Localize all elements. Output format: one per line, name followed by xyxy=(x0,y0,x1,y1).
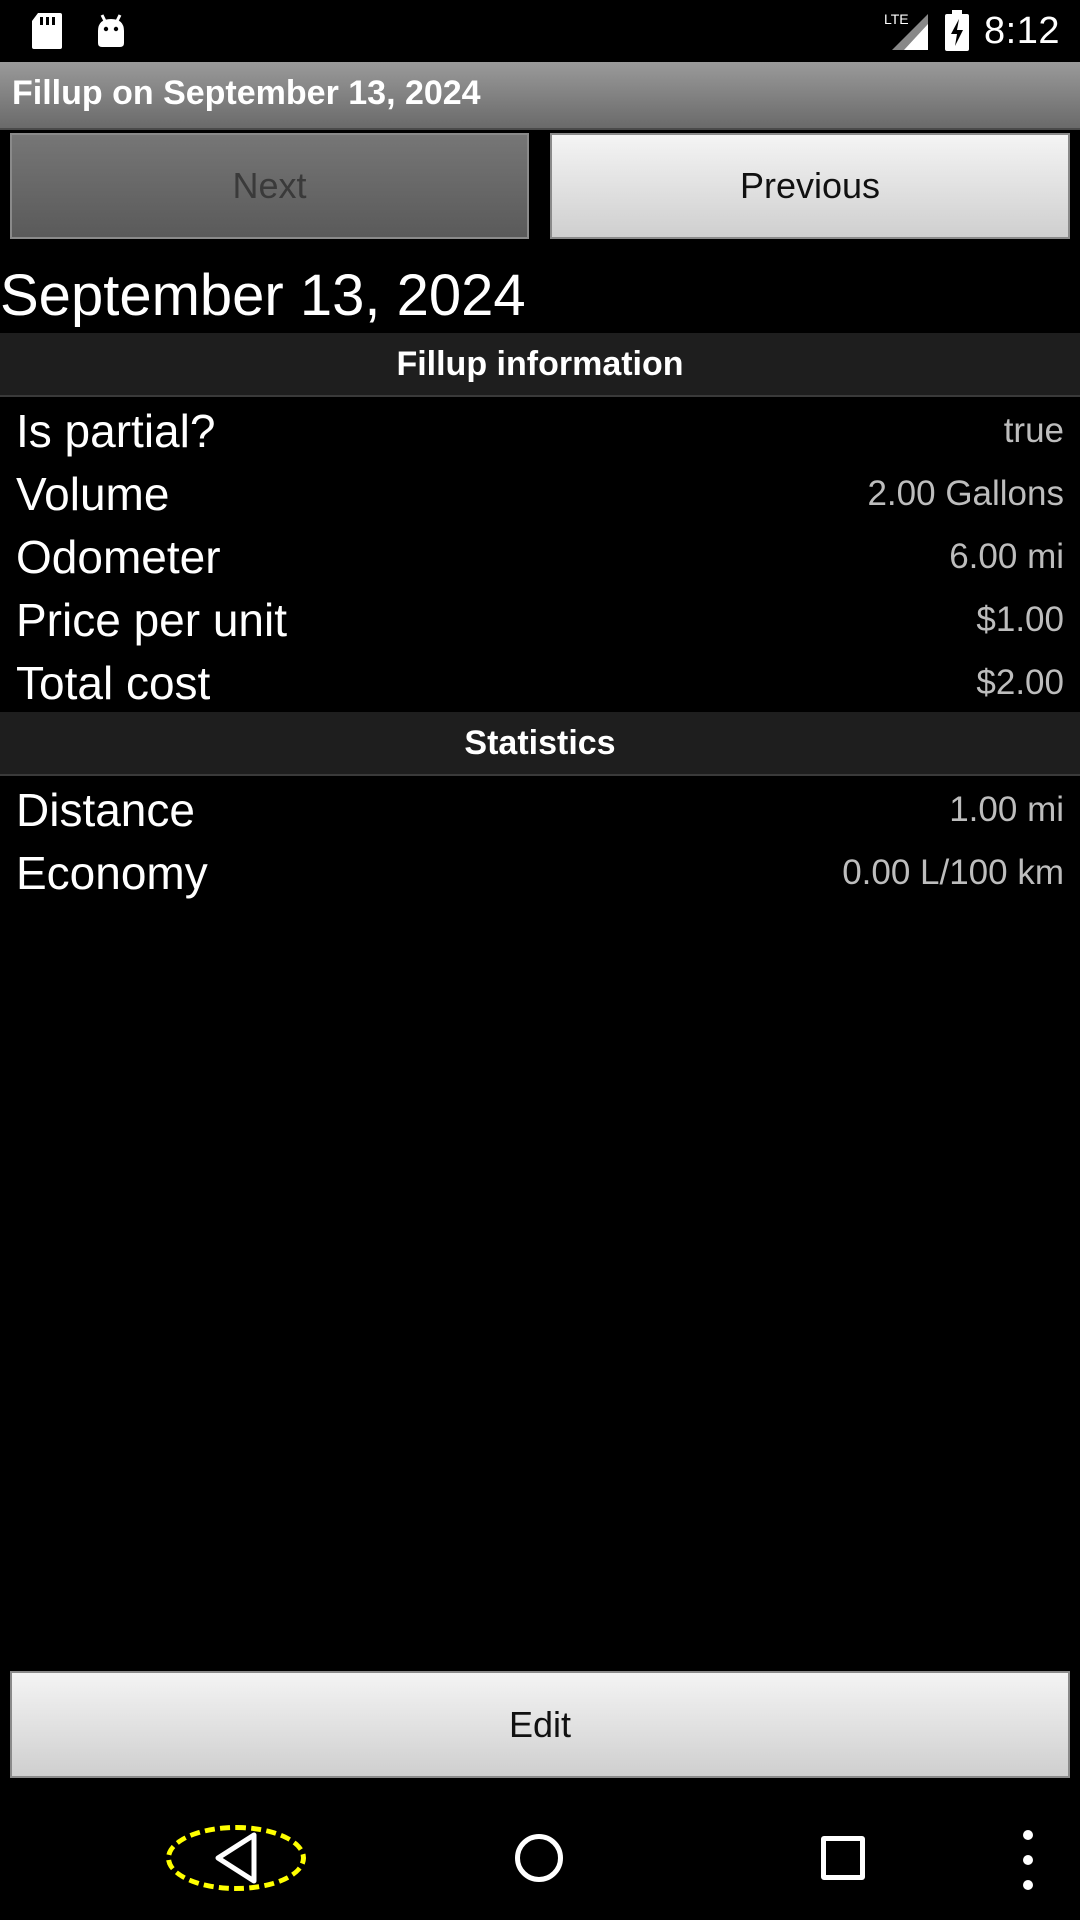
clock: 8:12 xyxy=(984,9,1060,52)
page-title: Fillup on September 13, 2024 xyxy=(12,74,481,112)
system-nav-bar xyxy=(0,1780,1080,1920)
row-label: Volume xyxy=(16,467,170,520)
previous-button[interactable]: Previous xyxy=(550,133,1070,239)
previous-button-label: Previous xyxy=(739,165,881,206)
fillup-row-odometer: Odometer 6.00 mi xyxy=(16,525,1064,588)
android-icon xyxy=(98,14,124,47)
recents-icon[interactable] xyxy=(821,1836,865,1880)
menu-dot xyxy=(1023,1830,1033,1840)
back-icon xyxy=(215,1832,257,1884)
row-value: $2.00 xyxy=(976,662,1064,702)
row-value: 1.00 mi xyxy=(949,789,1064,829)
row-label: Is partial? xyxy=(16,404,216,457)
edit-button[interactable]: Edit xyxy=(10,1671,1070,1778)
row-value: 6.00 mi xyxy=(949,536,1064,576)
battery-charging-icon xyxy=(945,10,970,51)
signal-icon: LTE xyxy=(884,11,929,50)
edit-button-label: Edit xyxy=(508,1703,572,1745)
row-value: $1.00 xyxy=(976,599,1064,639)
screen: LTE 8:12 Fillup on September 13, 2024 Ne… xyxy=(0,0,1080,1920)
next-button-label: Next xyxy=(232,165,307,206)
status-right-icons: LTE 8:12 xyxy=(884,8,1060,54)
fillup-row-price-per-unit: Price per unit $1.00 xyxy=(16,588,1064,651)
fillup-row-total-cost: Total cost $2.00 xyxy=(16,651,1064,714)
row-label: Odometer xyxy=(16,530,221,583)
status-bar: LTE 8:12 xyxy=(0,0,1080,62)
menu-dot xyxy=(1023,1880,1033,1890)
fillup-row-is-partial: Is partial? true xyxy=(16,399,1064,462)
row-label: Economy xyxy=(16,846,208,899)
row-value: true xyxy=(1003,410,1064,450)
overflow-menu-icon[interactable] xyxy=(1018,1830,1038,1890)
row-label: Total cost xyxy=(16,656,211,709)
statistics-header: Statistics xyxy=(0,712,1080,776)
home-icon[interactable] xyxy=(515,1834,563,1882)
row-label: Distance xyxy=(16,783,195,836)
row-value: 0.00 L/100 km xyxy=(842,852,1064,892)
network-type-label: LTE xyxy=(884,11,909,27)
statistics-row-economy: Economy 0.00 L/100 km xyxy=(16,841,1064,904)
row-label: Price per unit xyxy=(16,593,288,646)
back-button[interactable] xyxy=(166,1825,306,1891)
statistics-row-distance: Distance 1.00 mi xyxy=(16,778,1064,841)
row-value: 2.00 Gallons xyxy=(867,473,1064,513)
sd-card-icon xyxy=(32,13,62,49)
next-button[interactable]: Next xyxy=(10,133,529,239)
fillup-row-volume: Volume 2.00 Gallons xyxy=(16,462,1064,525)
fillup-information-header: Fillup information xyxy=(0,333,1080,397)
title-bar: Fillup on September 13, 2024 xyxy=(0,62,1080,130)
menu-dot xyxy=(1023,1855,1033,1865)
status-left-icons xyxy=(30,10,128,52)
date-heading: September 13, 2024 xyxy=(0,263,526,328)
